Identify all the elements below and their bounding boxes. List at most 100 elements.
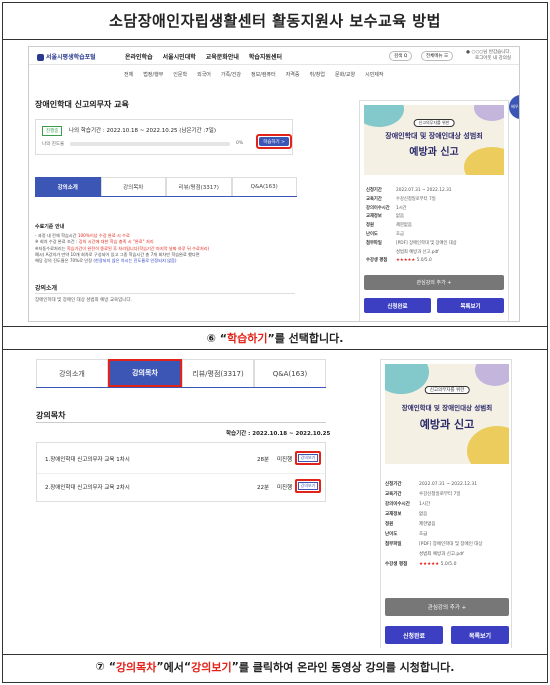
attachment-link[interactable]: [PDF] 장애인학대 및 장애인 대상 [396, 240, 457, 249]
category-item[interactable]: 가족/건강 [221, 71, 241, 78]
info-key: 신청기간 [385, 482, 402, 487]
rating-stars-icon: ★★★★★ [396, 258, 416, 264]
category-nav: 전체 법정/행무 인문학 외국어 가족/건강 정보/컴퓨터 자격증 취/창업 문… [124, 71, 384, 78]
quote-close: ” [156, 660, 164, 673]
portal-logo[interactable]: 서울시평생학습포털 [37, 52, 96, 61]
rating-value: 5.0/5.0 [416, 258, 432, 264]
list-button[interactable]: 목록보기 [437, 298, 504, 313]
step6-caption: ⑥ “학습하기” 를 선택합니다. [2, 326, 548, 350]
tab-intro[interactable]: 강의소개 [35, 177, 101, 196]
info-key: 정원 [385, 522, 394, 527]
rating-stars-icon: ★★★★★ [419, 562, 440, 567]
intro-text: 장애인학대 및 장애인 대상 성범죄 예방 교육입니다. [35, 298, 132, 303]
course-info-card: 신고의무자를 위한 장애인학대 및 장애인대상 성범죄 예방과 신고 신청기간 2… [380, 359, 512, 648]
learn-button[interactable]: 학습하기 > [259, 137, 289, 146]
course-tabs: 강의소개 강의목차 리뷰/평점(3317) Q&A(163) [36, 359, 326, 387]
thumbnail-title-1: 장애인학대 및 장애인대상 성범죄 [385, 132, 483, 140]
screenshot-course-page: 서울시평생학습포털 온라인학습 서울시민대학 교육문화안내 학습지원센터 검색 … [28, 46, 520, 322]
criteria-line: 해당 강의 진도율은 70%로 인정 (한광되지 않은 차시는 진도율로 인정되… [35, 258, 295, 264]
info-value: 초급 [419, 532, 428, 537]
view-lecture-button[interactable]: 강의보기 [298, 454, 318, 462]
apply-complete-button[interactable]: 신청완료 [364, 298, 431, 313]
tab-reviews[interactable]: 리뷰/평점(3317) [166, 177, 232, 196]
completion-criteria-title: 수료기준 안내 [35, 224, 65, 230]
lesson-name: 1.장애인학대 신고의무자 교육 1차시 [45, 457, 130, 463]
nav-online-learning[interactable]: 온라인학습 [125, 52, 153, 61]
user-links[interactable]: 로그아웃 내 강의실 [466, 56, 511, 62]
thumbnail-pill: 신고의무자를 위한 [424, 386, 470, 394]
course-info-list: 신청기간 2022.07.31 ~ 2022.12.31 교육기간 수강신청일로부터… [366, 187, 457, 266]
rating-row: 수강생 평점 ★★★★★ 5.0/5.0 [385, 560, 483, 570]
info-value: 2022.07.31 ~ 2022.12.31 [396, 188, 452, 193]
course-info-list: 신청기간 2022.07.31 ~ 2022.12.31 교육기간 수강신청일로부터… [385, 480, 483, 570]
criteria-text: ※자동수료처리는 [35, 245, 67, 251]
view-lecture-button[interactable]: 강의보기 [298, 482, 318, 490]
info-value: 2022.07.31 ~ 2022.12.31 [419, 482, 478, 487]
tab-reviews[interactable]: 리뷰/평점(3317) [182, 359, 254, 387]
category-item[interactable]: 취/창업 [310, 71, 326, 78]
info-value: 수강신청일로부터 7일 [396, 196, 436, 202]
lesson-status: 미진행 [277, 485, 293, 491]
category-item[interactable]: 시민제작 [365, 71, 383, 78]
tab-toc[interactable]: 강의목차 [108, 359, 182, 387]
screenshot-toc-page: 강의소개 강의목차 리뷰/평점(3317) Q&A(163) 강의목차 학습기간… [28, 356, 520, 648]
rating-value: 5.0/5.0 [440, 562, 457, 567]
category-item[interactable]: 문화/교양 [335, 71, 355, 78]
info-value: 수강신청일로부터 7일 [419, 492, 461, 497]
all-menu-button[interactable]: 전체메뉴 ☰ [421, 51, 454, 61]
info-key: 교육기간 [366, 196, 382, 202]
list-button[interactable]: 목록보기 [451, 626, 509, 644]
category-item[interactable]: 법정/행무 [143, 71, 163, 78]
toc-row: 1.장애인학대 신고의무자 교육 1차시 28분 미진행 강의보기 [37, 445, 325, 473]
lesson-duration: 28분 [257, 457, 270, 463]
info-value: 초급 [396, 231, 404, 237]
course-title: 장애인학대 신고의무자 교육 [35, 100, 129, 109]
attachment-link[interactable]: [PDF] 장애인학대 및 장애인 대상 [419, 540, 483, 550]
info-key [385, 550, 419, 560]
attachment-link[interactable]: 성범죄 예방과 신고.pdf [419, 550, 464, 560]
category-item[interactable]: 외국어 [197, 71, 211, 78]
nav-citizen-university[interactable]: 서울시민대학 [163, 52, 196, 61]
info-row: 교육기간 수강신청일로부터 7일 [366, 196, 457, 205]
portal-header: 서울시평생학습포털 온라인학습 서울시민대학 교육문화안내 학습지원센터 검색 … [29, 47, 519, 65]
info-row: 강의이수시간 1시간 [366, 205, 457, 214]
criteria-emphasis: 학습기간이 완전히 종료된 후 처리됩니다(학습기간 마지막 날짜 하루 뒤 수… [66, 245, 210, 251]
status-badge: 진행중 [42, 126, 63, 136]
tab-intro[interactable]: 강의소개 [36, 359, 108, 387]
category-item[interactable]: 인문학 [173, 71, 187, 78]
quote-open: “ [183, 660, 192, 673]
search-button[interactable]: 검색 Q [389, 51, 413, 61]
attachment-link[interactable]: 성범죄 예방과 신고.pdf [396, 249, 439, 258]
tab-qna[interactable]: Q&A(163) [231, 177, 297, 196]
quote-open: “ [219, 331, 227, 345]
info-row: 난이도 초급 [366, 231, 457, 240]
thumbnail-pill: 신고의무자를 위한 [413, 119, 455, 127]
thumbnail-title-1: 장애인학대 및 장애인대상 성범죄 [401, 404, 493, 412]
nav-education-culture[interactable]: 교육문화안내 [206, 52, 239, 61]
info-row: 성범죄 예방과 신고.pdf [385, 550, 483, 560]
step7-text: 를 클릭하여 온라인 동영상 강의를 시청합니다. [238, 660, 455, 674]
add-interest-button[interactable]: 관심강의 추가 + [385, 598, 509, 616]
side-floating-button[interactable]: 배우고 싶은 [509, 95, 519, 119]
document-title-box: 소담장애인자립생활센터 활동지원사 보수교육 방법 [2, 2, 548, 40]
info-value: 없음 [396, 214, 404, 220]
info-key: 첨부파일 [366, 240, 382, 246]
logo-text: 서울시평생학습포털 [46, 54, 96, 61]
category-item[interactable]: 자격증 [286, 71, 300, 78]
add-interest-button[interactable]: 관심강의 추가 + [364, 275, 504, 290]
view-button-highlight: 강의보기 [295, 451, 321, 465]
quote-close: ” [231, 660, 239, 673]
completion-criteria: - 과정 내 전체 학습시간 100%이상 수강 완료 시 수료 ※ 회차 수강… [35, 233, 295, 264]
criteria-emphasis: 강의 시간에 대한 학습 충족 시 "완료" 처리 [78, 239, 154, 245]
nav-learning-support[interactable]: 학습지원센터 [249, 52, 282, 61]
category-item[interactable]: 정보/컴퓨터 [251, 71, 276, 78]
category-item[interactable]: 전체 [124, 71, 133, 78]
main-nav: 온라인학습 서울시민대학 교육문화안내 학습지원센터 [125, 52, 282, 61]
info-key: 교재정보 [385, 512, 402, 517]
learning-period-text: 나의 학습기간 : 2022.10.18 ~ 2022.10.25 (남은기간 … [69, 128, 216, 134]
tab-toc[interactable]: 강의목차 [100, 177, 166, 196]
intro-title: 강의소개 [35, 285, 58, 292]
apply-complete-button[interactable]: 신청완료 [385, 626, 443, 644]
tab-qna[interactable]: Q&A(163) [254, 359, 326, 387]
info-value: 제한없음 [396, 223, 412, 229]
